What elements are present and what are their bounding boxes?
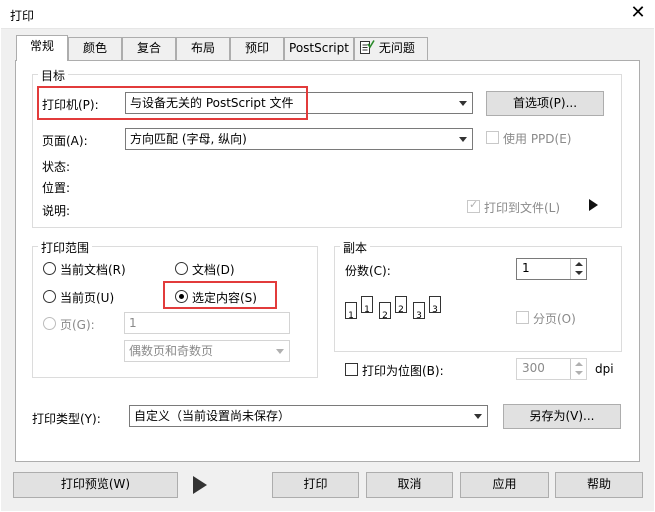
chevron-down-icon [276, 349, 284, 354]
target-legend: 目标 [38, 67, 69, 84]
spin-up-icon[interactable] [575, 362, 583, 366]
preferences-button[interactable]: 首选项(P)... [486, 91, 604, 116]
expand-preview-icon[interactable] [193, 476, 207, 494]
status-label: 状态: [42, 160, 71, 174]
print-to-file-label: 打印到文件(L) [484, 201, 561, 215]
copies-count-label: 份数(C): [345, 264, 391, 278]
tab-composite[interactable]: 复合 [122, 37, 176, 60]
document-check-icon [360, 40, 375, 54]
collate-preview-icon: 1 1 2 2 3 3 [345, 292, 445, 326]
pages-label: 页(G): [60, 318, 95, 332]
documents-label: 文档(D) [192, 263, 235, 277]
chevron-down-icon [459, 101, 467, 106]
close-button[interactable]: ✕ [626, 2, 650, 24]
check-icon: ✓ [469, 198, 479, 211]
spin-down-icon[interactable] [575, 271, 583, 275]
tab-layout[interactable]: 布局 [176, 37, 230, 60]
page-thumb-2a: 2 [379, 302, 391, 321]
page-label: 页面(A): [42, 134, 88, 148]
bitmap-dpi-spinner[interactable]: 300 [516, 358, 587, 380]
print-type-select[interactable]: 自定义（当前设置尚未保存） [129, 405, 488, 427]
print-range-legend: 打印范围 [38, 239, 93, 256]
page-thumb-3b: 3 [429, 296, 441, 315]
page-thumb-2b: 2 [395, 296, 407, 315]
tab-general[interactable]: 常规 [16, 35, 68, 61]
tab-postscript[interactable]: PostScript [284, 37, 354, 60]
current-document-radio[interactable] [43, 262, 56, 275]
page-thumb-1b: 1 [361, 296, 373, 315]
current-document-label: 当前文档(R) [60, 263, 126, 277]
current-page-label: 当前页(U) [60, 291, 115, 305]
copies-count-spinner[interactable]: 1 [516, 258, 587, 280]
save-as-button[interactable]: 另存为(V)... [503, 404, 621, 429]
page-select[interactable]: 方向匹配 (字母, 纵向) [125, 128, 473, 150]
page-thumb-3a: 3 [413, 302, 425, 321]
tab-prepress[interactable]: 预印 [230, 37, 284, 60]
page-thumb-1a: 1 [345, 302, 357, 321]
print-to-file-checkbox[interactable]: ✓ [467, 198, 480, 213]
highlight-selection [163, 281, 277, 309]
apply-button[interactable]: 应用 [460, 472, 549, 498]
dpi-unit: dpi [595, 362, 614, 376]
collate-label: 分页(O) [533, 312, 576, 326]
spin-down-icon[interactable] [575, 371, 583, 375]
pages-input[interactable]: 1 [124, 312, 290, 334]
chevron-down-icon [459, 137, 467, 142]
documents-radio[interactable] [175, 262, 188, 275]
spin-up-icon[interactable] [575, 262, 583, 266]
copies-legend: 副本 [340, 239, 371, 256]
collate-checkbox[interactable] [516, 311, 529, 324]
title-bar [0, 0, 655, 30]
highlight-printer [37, 86, 308, 120]
tab-no-issues[interactable]: 无问题 [354, 37, 428, 60]
chevron-down-icon [474, 414, 482, 419]
tab-color[interactable]: 颜色 [68, 37, 122, 60]
current-page-radio[interactable] [43, 290, 56, 303]
print-as-bitmap-checkbox[interactable] [345, 363, 358, 376]
close-icon: ✕ [630, 2, 646, 23]
print-preview-button[interactable]: 打印预览(W) [13, 472, 178, 498]
print-button[interactable]: 打印 [272, 472, 359, 498]
cancel-button[interactable]: 取消 [366, 472, 453, 498]
play-arrow-icon[interactable] [589, 199, 598, 211]
window-title: 打印 [10, 9, 35, 23]
comment-label: 说明: [42, 204, 71, 218]
print-as-bitmap-label: 打印为位图(B): [362, 364, 444, 378]
use-ppd-label: 使用 PPD(E) [503, 132, 572, 146]
page-set-select[interactable]: 偶数页和奇数页 [124, 340, 290, 362]
print-type-label: 打印类型(Y): [32, 412, 101, 426]
pages-radio[interactable] [43, 317, 56, 330]
use-ppd-checkbox[interactable] [486, 131, 499, 144]
help-button[interactable]: 帮助 [555, 472, 643, 498]
location-label: 位置: [42, 181, 71, 195]
